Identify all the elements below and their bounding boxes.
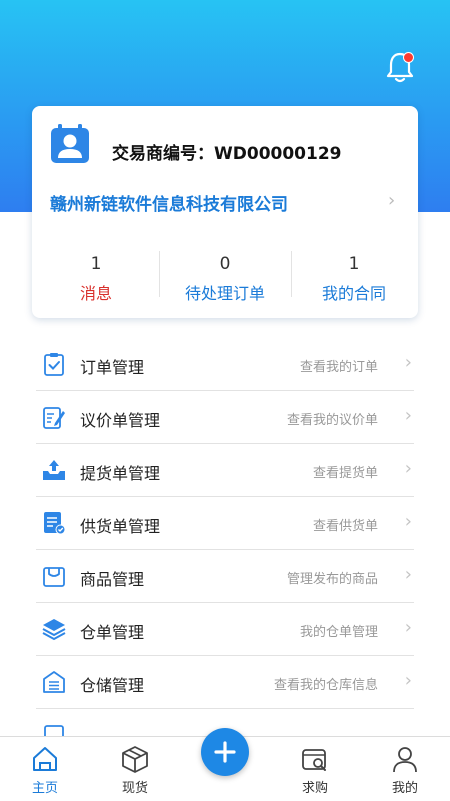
menu-title: 议价单管理 bbox=[80, 411, 161, 430]
user-icon bbox=[393, 747, 417, 773]
tray-upload-icon bbox=[43, 460, 65, 480]
clipboard-check-icon bbox=[44, 353, 64, 376]
menu-item-warrants[interactable]: 仓单管理 我的仓单管理 › bbox=[36, 603, 414, 656]
chevron-right-icon: › bbox=[404, 617, 412, 638]
stat-value: 1 bbox=[90, 254, 102, 274]
tab-label: 我的 bbox=[391, 781, 418, 796]
tab-label: 主页 bbox=[31, 781, 58, 796]
menu-item-pickup[interactable]: 提货单管理 查看提货单 › bbox=[36, 444, 414, 497]
notification-dot bbox=[403, 52, 414, 63]
chevron-right-icon: › bbox=[404, 511, 412, 532]
menu-title: 订单管理 bbox=[80, 358, 145, 377]
menu-item-products[interactable]: 商品管理 管理发布的商品 › bbox=[36, 550, 414, 603]
tab-purchase[interactable]: 求购 bbox=[280, 737, 350, 801]
stat-value: 1 bbox=[348, 254, 360, 274]
tab-label: 求购 bbox=[301, 781, 328, 796]
stat-divider bbox=[291, 251, 292, 297]
tab-label: 现货 bbox=[121, 781, 148, 796]
chevron-right-icon: › bbox=[388, 190, 396, 211]
home-icon bbox=[33, 747, 57, 771]
tab-home[interactable]: 主页 bbox=[10, 737, 80, 801]
menu-title: 仓单管理 bbox=[80, 623, 145, 642]
menu-desc: 管理发布的商品 bbox=[286, 572, 378, 587]
warehouse-icon bbox=[43, 671, 65, 693]
contact-card-icon bbox=[51, 124, 89, 163]
menu-desc: 查看提货单 bbox=[312, 466, 378, 481]
menu-item-supply[interactable]: 供货单管理 查看供货单 › bbox=[36, 497, 414, 550]
chevron-right-icon: › bbox=[404, 405, 412, 426]
menu-title: 商品管理 bbox=[80, 570, 145, 589]
tab-mine[interactable]: 我的 bbox=[370, 737, 440, 801]
stat-divider bbox=[159, 251, 160, 297]
trader-id-value: WD00000129 bbox=[214, 144, 342, 164]
stat-messages[interactable]: 1 消息 bbox=[32, 246, 160, 306]
stat-value: 0 bbox=[219, 254, 231, 274]
management-menu: 订单管理 查看我的订单 › 议价单管理 查看我的议价单 › 提货单管理 查看提货… bbox=[36, 338, 414, 709]
stat-label: 消息 bbox=[79, 284, 112, 303]
company-row[interactable]: 赣州新链软件信息科技有限公司 › bbox=[50, 188, 400, 218]
chevron-right-icon: › bbox=[404, 564, 412, 585]
document-check-icon bbox=[44, 512, 66, 535]
trader-id-row: 交易商编号：WD00000129 bbox=[112, 139, 342, 164]
menu-desc: 我的仓单管理 bbox=[299, 625, 378, 640]
layers-icon bbox=[42, 619, 66, 641]
menu-desc: 查看我的议价单 bbox=[286, 413, 378, 428]
stats-row: 1 消息 0 待处理订单 1 我的合同 bbox=[32, 246, 418, 306]
menu-desc: 查看我的订单 bbox=[299, 360, 378, 375]
menu-item-storage[interactable]: 仓储管理 查看我的仓库信息 › bbox=[36, 656, 414, 709]
chevron-right-icon: › bbox=[404, 670, 412, 691]
menu-desc: 查看供货单 bbox=[312, 519, 378, 534]
account-card: 交易商编号：WD00000129 赣州新链软件信息科技有限公司 › 1 消息 0… bbox=[32, 106, 418, 318]
edit-document-icon bbox=[43, 407, 65, 429]
chevron-right-icon: › bbox=[404, 458, 412, 479]
menu-title: 供货单管理 bbox=[80, 517, 161, 536]
stat-label: 我的合同 bbox=[321, 284, 386, 303]
cube-icon bbox=[122, 746, 148, 773]
chevron-right-icon: › bbox=[404, 352, 412, 373]
menu-desc: 查看我的仓库信息 bbox=[273, 678, 378, 693]
plus-icon bbox=[214, 741, 236, 763]
trader-id-label: 交易商编号： bbox=[112, 144, 214, 164]
publish-fab-button[interactable] bbox=[201, 728, 249, 776]
tab-spot[interactable]: 现货 bbox=[100, 737, 170, 801]
stat-my-contracts[interactable]: 1 我的合同 bbox=[290, 246, 418, 306]
stat-label: 待处理订单 bbox=[184, 284, 265, 303]
company-name: 赣州新链软件信息科技有限公司 bbox=[50, 195, 288, 215]
menu-title: 仓储管理 bbox=[80, 676, 145, 695]
menu-item-orders[interactable]: 订单管理 查看我的订单 › bbox=[36, 338, 414, 391]
menu-item-negotiation[interactable]: 议价单管理 查看我的议价单 › bbox=[36, 391, 414, 444]
search-wallet-icon bbox=[302, 749, 326, 771]
menu-title: 提货单管理 bbox=[80, 464, 161, 483]
product-box-icon bbox=[43, 567, 65, 587]
stat-pending-orders[interactable]: 0 待处理订单 bbox=[161, 246, 289, 306]
